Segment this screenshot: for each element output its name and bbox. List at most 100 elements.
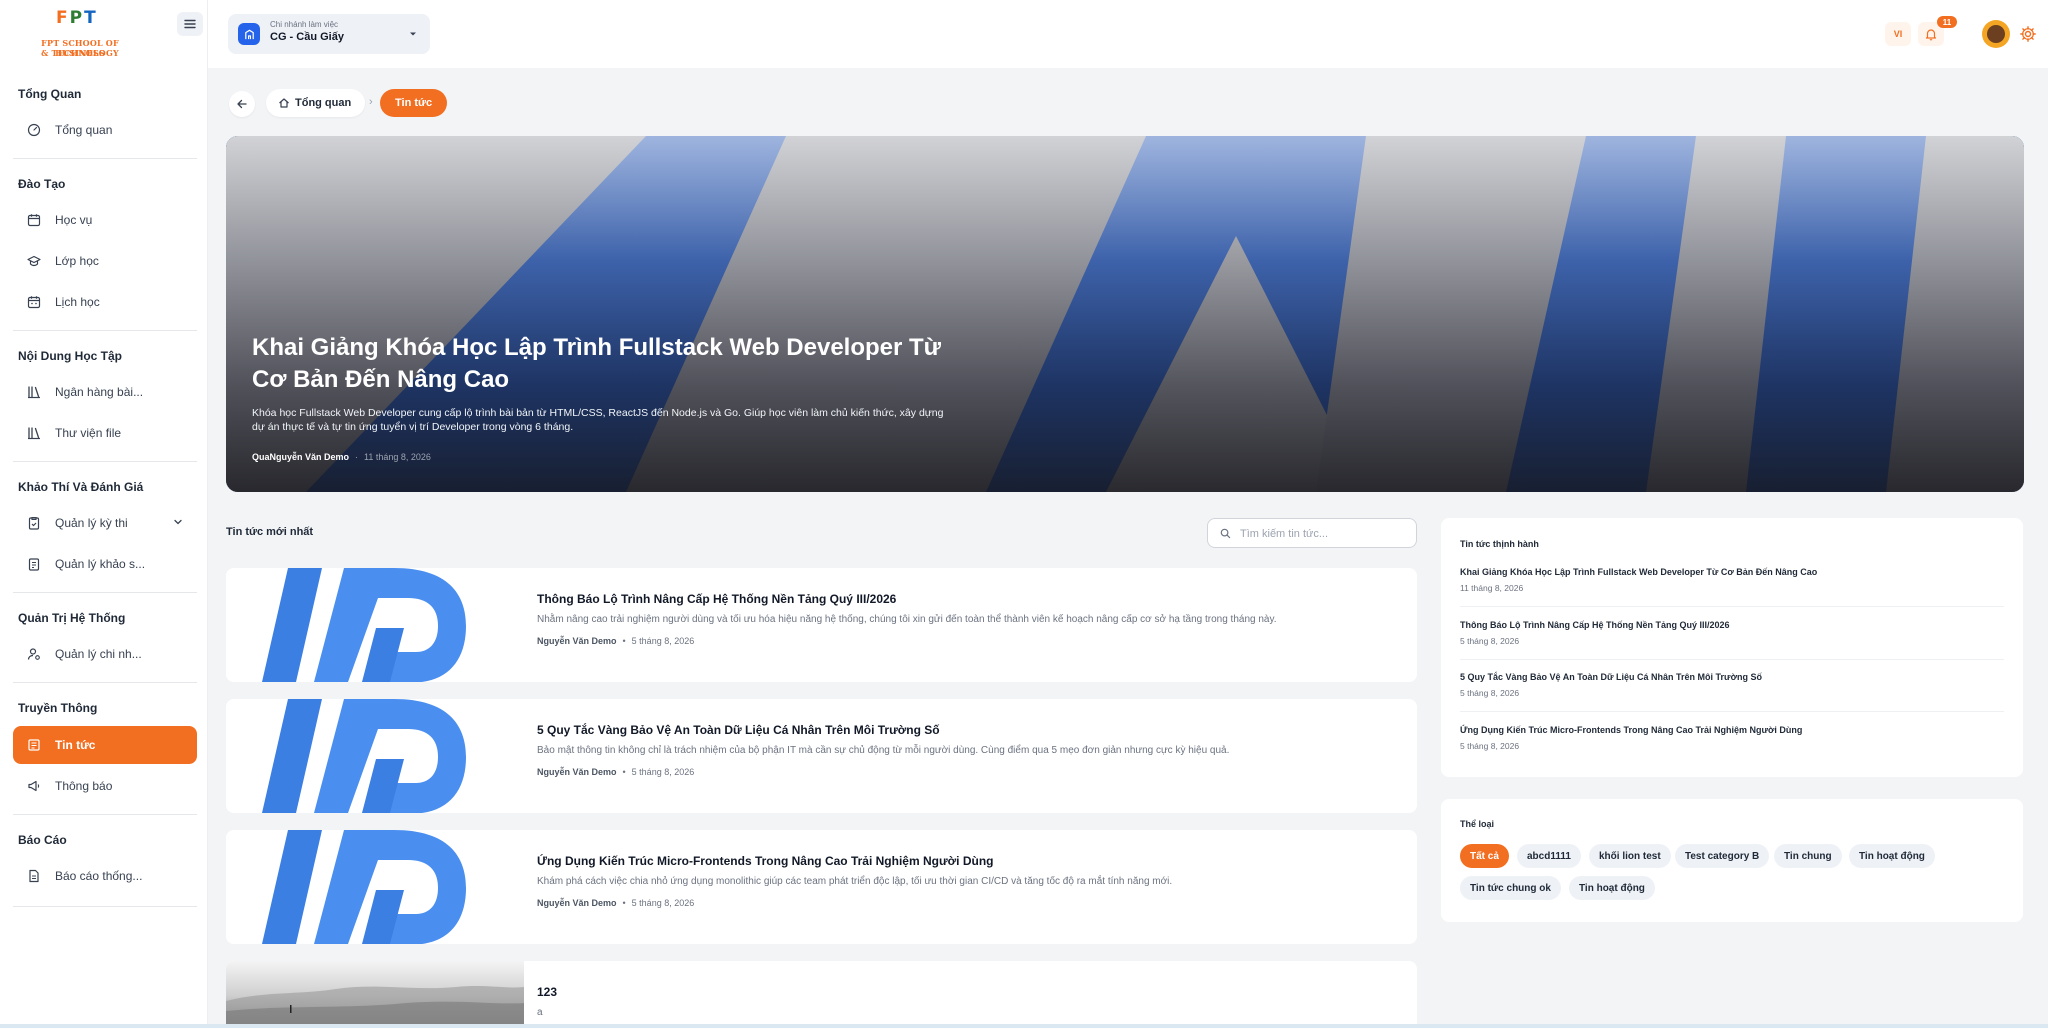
nav-divider [13,461,197,462]
category-tag[interactable]: Tin chung [1774,844,1842,868]
sidebar-item-label: Tin tức [55,738,96,752]
sidebar-item-announcements[interactable]: Thông báo [13,767,197,805]
trending-divider [1460,711,2004,712]
trending-item-title[interactable]: Ứng Dụng Kiến Trúc Micro-Frontends Trong… [1460,725,2004,735]
graduation-cap-icon [27,254,41,268]
branch-selector[interactable]: Chi nhánh làm việc CG - Cầu Giấy [228,14,430,54]
trending-item[interactable]: Ứng Dụng Kiến Trúc Micro-Frontends Trong… [1460,725,2004,751]
back-button[interactable] [229,91,255,117]
user-avatar[interactable] [1982,20,2010,48]
language-switch-button[interactable]: VI [1885,22,1911,46]
sidebar-item-file-library[interactable]: Thư viện file [13,414,197,452]
building-icon [238,23,260,45]
sidebar-item-question-bank[interactable]: Ngân hàng bài... [13,373,197,411]
news-card[interactable]: Thông Báo Lộ Trình Nâng Cấp Hệ Thống Nền… [226,568,1417,682]
calendar-edit-icon [27,213,41,227]
sidebar-item-branch-management[interactable]: Quản lý chi nh... [13,635,197,673]
news-title[interactable]: Ứng Dụng Kiến Trúc Micro-Frontends Trong… [537,854,1397,868]
news-card[interactable]: 123 a [226,961,1417,1024]
news-title[interactable]: 5 Quy Tắc Vàng Bảo Vệ An Toàn Dữ Liệu Cá… [537,723,1397,737]
news-description: Nhằm nâng cao trải nghiệm người dùng và … [537,614,1277,625]
news-search-input[interactable] [1240,525,1410,543]
breadcrumb-current[interactable]: Tin tức [380,89,448,117]
featured-news-author: QuaNguyễn Văn Demo [252,452,350,462]
sidebar-item-overview[interactable]: Tổng quan [13,111,197,149]
sidebar-item-label: Lớp học [55,254,99,268]
sidebar-item-label: Thông báo [55,779,113,793]
sidebar-item-academic[interactable]: Học vụ [13,201,197,239]
logo-wordmark: FPT [56,8,98,28]
nav-group-communication: Truyền Thông [18,701,98,715]
news-thumbnail [226,961,524,1024]
top-header: Chi nhánh làm việc CG - Cầu Giấy VI 11 [208,0,2048,68]
news-card[interactable]: 5 Quy Tắc Vàng Bảo Vệ An Toàn Dữ Liệu Cá… [226,699,1417,813]
chevron-down-icon [174,519,182,525]
nav-group-learning-content: Nội Dung Học Tập [18,349,122,363]
gear-icon [2020,26,2036,42]
featured-news-banner[interactable]: Khai Giảng Khóa Học Lập Trình Fullstack … [226,136,2024,492]
school-logo[interactable]: FPT FPT SCHOOL OF BUSINESS & TECHNOLOGY [18,8,142,58]
news-title[interactable]: Thông Báo Lộ Trình Nâng Cấp Hệ Thống Nền… [537,592,1397,606]
news-thumbnail-image [226,699,524,813]
megaphone-icon [27,779,41,793]
news-meta: Nguyễn Văn Demo • 5 tháng 8, 2026 [537,898,1397,908]
news-title[interactable]: 123 [537,985,1397,999]
category-tag[interactable]: Tin hoạt động [1849,844,1935,868]
news-author: Nguyễn Văn Demo [537,636,617,646]
sidebar-item-survey-management[interactable]: Quản lý khảo s... [13,545,197,583]
chevron-down-icon [410,32,416,36]
nav-divider [13,330,197,331]
sidebar-item-exam-management[interactable]: Quản lý kỳ thi [13,504,197,542]
news-date: 5 tháng 8, 2026 [631,767,695,777]
trending-item-title[interactable]: Khai Giảng Khóa Học Lập Trình Fullstack … [1460,567,2004,577]
news-card-body: 123 a [537,985,1397,1018]
sidebar-item-label: Ngân hàng bài... [55,385,144,399]
category-tag[interactable]: abcd1111 [1517,844,1581,868]
breadcrumb-home[interactable]: Tổng quan [266,89,366,117]
trending-item-date: 5 tháng 8, 2026 [1460,741,1520,751]
trending-item[interactable]: Khai Giảng Khóa Học Lập Trình Fullstack … [1460,567,2004,593]
news-date: 5 tháng 8, 2026 [631,898,695,908]
news-thumbnail [226,568,524,682]
featured-news-title[interactable]: Khai Giảng Khóa Học Lập Trình Fullstack … [252,332,982,396]
news-search-box[interactable] [1207,518,1417,548]
trending-item-date: 5 tháng 8, 2026 [1460,688,1520,698]
sidebar-item-news[interactable]: Tin tức [13,726,197,764]
books-icon [27,426,41,440]
trending-news-panel: Tin tức thịnh hành Khai Giảng Khóa Học L… [1441,518,2023,777]
banner-gradient-overlay [226,136,2024,492]
meta-separator: • [622,636,626,646]
news-thumbnail-image [226,961,524,1024]
nav-divider [13,682,197,683]
category-tag[interactable]: Test category B [1675,844,1770,868]
nav-divider [13,158,197,159]
categories-heading: Thể loại [1460,819,1495,829]
settings-button[interactable] [2016,22,2040,46]
category-tag[interactable]: Tin tức chung ok [1460,876,1561,900]
sidebar-item-schedule[interactable]: Lịch học [13,283,197,321]
user-settings-icon [27,647,41,661]
trending-item-title[interactable]: Thông Báo Lộ Trình Nâng Cấp Hệ Thống Nền… [1460,620,2004,630]
nav-group-system-admin: Quản Trị Hệ Thống [18,611,126,625]
category-tag[interactable]: khối lion test [1589,844,1671,868]
notification-count-badge: 11 [1937,16,1957,28]
news-thumbnail-image [226,830,524,944]
trending-item-title[interactable]: 5 Quy Tắc Vàng Bảo Vệ An Toàn Dữ Liệu Cá… [1460,672,2004,682]
featured-news-description: Khóa học Fullstack Web Developer cung cấ… [252,407,944,433]
branch-label: Chi nhánh làm việc [270,20,339,29]
sidebar-item-statistics-report[interactable]: Báo cáo thống... [13,857,197,895]
trending-divider [1460,606,2004,607]
breadcrumb-home-label: Tổng quan [295,97,352,109]
report-icon [27,869,41,883]
category-tag[interactable]: Tin hoạt động [1569,876,1655,900]
trending-item[interactable]: Thông Báo Lộ Trình Nâng Cấp Hệ Thống Nền… [1460,620,2004,646]
sidebar: FPT FPT SCHOOL OF BUSINESS & TECHNOLOGY … [0,0,208,1028]
nav-divider [13,592,197,593]
sidebar-item-classes[interactable]: Lớp học [13,242,197,280]
news-thumbnail [226,699,524,813]
nav-group-assessment: Khảo Thí Và Đánh Giá [18,480,144,494]
category-tag-all[interactable]: Tất cả [1460,844,1509,868]
menu-toggle-button[interactable] [177,12,203,36]
trending-item[interactable]: 5 Quy Tắc Vàng Bảo Vệ An Toàn Dữ Liệu Cá… [1460,672,2004,698]
news-card[interactable]: Ứng Dụng Kiến Trúc Micro-Frontends Trong… [226,830,1417,944]
